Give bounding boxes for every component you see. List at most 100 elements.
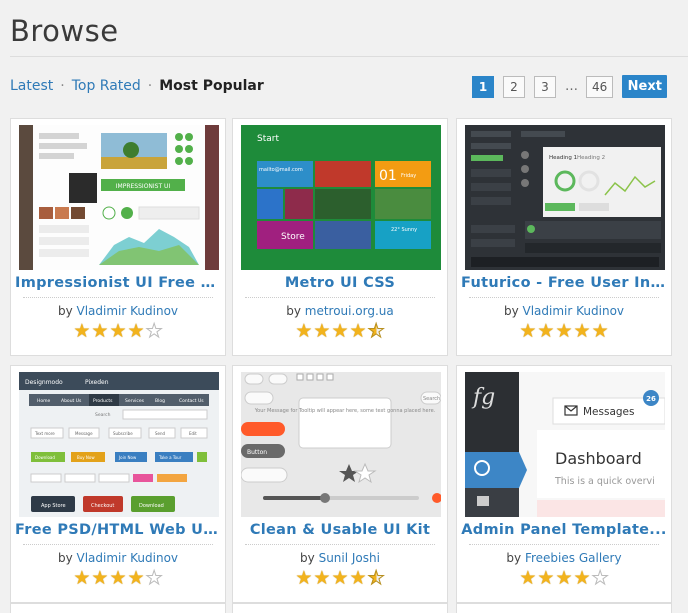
- item-title[interactable]: Impressionist UI Free -...: [15, 275, 221, 291]
- impressionist-label: IMPRESSIONIST UI: [116, 183, 171, 190]
- star-icon[interactable]: ★: [73, 569, 90, 588]
- item-card[interactable]: fg Messages 26 Dashboard This is a quick…: [456, 365, 672, 603]
- clean-search: Search: [423, 396, 440, 402]
- star-icon[interactable]: ★: [145, 321, 163, 341]
- card-divider: [23, 297, 213, 298]
- psd-checkout: Checkout: [91, 503, 114, 509]
- item-card-partial[interactable]: [232, 603, 448, 613]
- clean-ui-kit-preview: Your Message for Tooltip will appear her…: [241, 372, 441, 517]
- star-icon[interactable]: ★: [91, 322, 108, 341]
- metro-preview: Start mailto@mail.com 01 Friday Store 22…: [241, 125, 441, 270]
- pagination-ellipsis: …: [565, 79, 578, 94]
- page-3-button[interactable]: 3: [534, 75, 556, 98]
- rating-stars: ★ ★ ★ ★ ★: [457, 568, 671, 588]
- star-icon[interactable]: ★: [109, 569, 126, 588]
- item-thumbnail[interactable]: Designmodo Pixeden Home About Us Product…: [19, 372, 219, 517]
- filter-most-popular[interactable]: Most Popular: [159, 78, 263, 94]
- star-icon[interactable]: ★: [537, 569, 554, 588]
- star-icon[interactable]: ★: [331, 322, 348, 341]
- star-icon[interactable]: ★: [109, 322, 126, 341]
- author-link[interactable]: metroui.org.ua: [305, 304, 394, 318]
- rating-stars: ★ ★ ★ ★ ★: [11, 568, 225, 588]
- by-label: by: [57, 304, 73, 318]
- page-2-button[interactable]: 2: [503, 75, 525, 98]
- filter-latest[interactable]: Latest: [10, 78, 53, 94]
- star-icon[interactable]: ★: [91, 569, 108, 588]
- separator-dot: ·: [147, 78, 153, 94]
- separator-dot: ·: [60, 78, 65, 94]
- author-link[interactable]: Freebies Gallery: [525, 551, 622, 565]
- item-thumbnail[interactable]: Heading 1 Heading 2: [465, 125, 665, 270]
- star-icon[interactable]: ★: [367, 321, 385, 341]
- page-last-button[interactable]: 46: [586, 75, 614, 98]
- star-icon[interactable]: ★: [555, 322, 572, 341]
- item-card[interactable]: Heading 1 Heading 2 Futurico - Free User…: [456, 118, 672, 356]
- item-thumbnail[interactable]: Start mailto@mail.com 01 Friday Store 22…: [241, 125, 441, 270]
- admin-dashboard: Dashboard: [555, 449, 642, 468]
- page-title: Browse: [10, 14, 119, 48]
- rating-stars: ★ ★ ★ ★ ★: [457, 322, 671, 341]
- psd-store: App Store: [41, 503, 66, 509]
- item-card[interactable]: Start mailto@mail.com 01 Friday Store 22…: [232, 118, 448, 356]
- star-icon[interactable]: ★: [350, 569, 367, 588]
- psd-nav-3: Services: [125, 398, 145, 404]
- star-icon[interactable]: ★: [313, 569, 330, 588]
- star-icon[interactable]: ★: [145, 568, 163, 588]
- author-link[interactable]: Sunil Joshi: [319, 551, 380, 565]
- item-thumbnail[interactable]: fg Messages 26 Dashboard This is a quick…: [465, 372, 665, 517]
- star-icon[interactable]: ★: [350, 322, 367, 341]
- item-title[interactable]: Futurico - Free User Int...: [461, 275, 667, 291]
- psd-download: Download: [139, 503, 164, 509]
- item-author-line: by Vladimir Kudinov: [457, 304, 671, 318]
- psd-nav-0: Home: [37, 398, 51, 404]
- author-link[interactable]: Vladimir Kudinov: [77, 551, 179, 565]
- star-icon[interactable]: ★: [295, 322, 312, 341]
- futurico-tab-1: Heading 1: [549, 155, 577, 161]
- item-thumbnail[interactable]: Your Message for Tooltip will appear her…: [241, 372, 441, 517]
- next-button[interactable]: Next: [622, 75, 668, 98]
- star-icon[interactable]: ★: [128, 569, 145, 588]
- impressionist-preview: IMPRESSIONIST UI: [19, 125, 219, 270]
- item-card[interactable]: Your Message for Tooltip will appear her…: [232, 365, 448, 603]
- page-1-button[interactable]: 1: [472, 75, 494, 98]
- star-icon[interactable]: ★: [591, 568, 609, 588]
- card-divider: [23, 544, 213, 545]
- star-icon[interactable]: ★: [331, 569, 348, 588]
- star-icon[interactable]: ★: [128, 322, 145, 341]
- card-divider: [245, 297, 435, 298]
- filter-top-rated[interactable]: Top Rated: [72, 78, 141, 94]
- star-icon[interactable]: ★: [537, 322, 554, 341]
- star-icon[interactable]: ★: [73, 322, 90, 341]
- star-icon[interactable]: ★: [367, 568, 385, 588]
- star-icon[interactable]: ★: [574, 569, 591, 588]
- star-icon[interactable]: ★: [519, 322, 536, 341]
- star-icon[interactable]: ★: [555, 569, 572, 588]
- item-author-line: by Vladimir Kudinov: [11, 551, 225, 565]
- item-title[interactable]: Admin Panel Template...: [461, 522, 667, 538]
- metro-email: mailto@mail.com: [259, 167, 303, 173]
- item-author-line: by Freebies Gallery: [457, 551, 671, 565]
- futurico-preview: Heading 1 Heading 2: [465, 125, 665, 270]
- item-title[interactable]: Free PSD/HTML Web UI...: [15, 522, 221, 538]
- star-icon[interactable]: ★: [592, 322, 609, 341]
- star-icon[interactable]: ★: [295, 569, 312, 588]
- star-icon[interactable]: ★: [313, 322, 330, 341]
- item-card-partial[interactable]: [10, 603, 226, 613]
- item-title[interactable]: Clean & Usable UI Kit: [237, 522, 443, 538]
- item-title[interactable]: Metro UI CSS: [237, 275, 443, 291]
- author-link[interactable]: Vladimir Kudinov: [77, 304, 179, 318]
- admin-messages: Messages: [583, 406, 635, 418]
- item-thumbnail[interactable]: IMPRESSIONIST UI: [19, 125, 219, 270]
- card-divider: [469, 544, 659, 545]
- item-card-partial[interactable]: [456, 603, 672, 613]
- rating-stars: ★ ★ ★ ★ ★: [233, 568, 447, 588]
- item-card[interactable]: Designmodo Pixeden Home About Us Product…: [10, 365, 226, 603]
- psd-color-1: Buy Now: [77, 455, 95, 460]
- pagination: 1 2 3 … 46 Next: [472, 75, 668, 98]
- author-link[interactable]: Vladimir Kudinov: [523, 304, 625, 318]
- divider: [10, 56, 688, 57]
- star-icon[interactable]: ★: [574, 322, 591, 341]
- item-card[interactable]: IMPRESSIONIST UI Impressionist UI Free -…: [10, 118, 226, 356]
- star-icon[interactable]: ★: [519, 569, 536, 588]
- svg-text:fg: fg: [471, 385, 495, 410]
